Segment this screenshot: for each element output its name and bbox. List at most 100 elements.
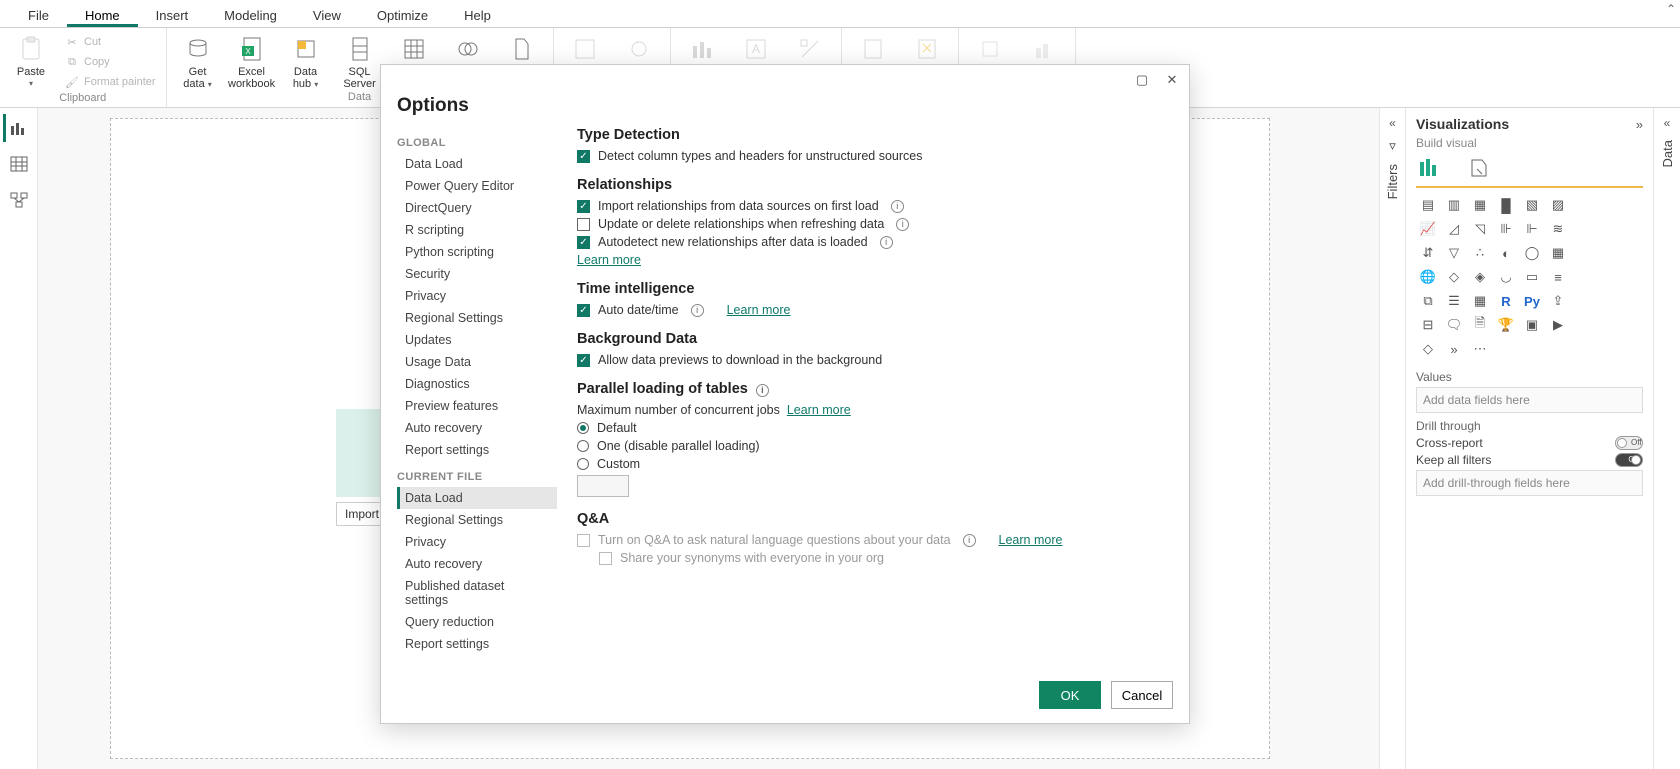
decomposition-tree-icon[interactable]: ⊟ [1416, 314, 1440, 336]
radio-parallel-one[interactable]: One (disable parallel loading) [577, 439, 1167, 453]
treemap-icon[interactable]: ▦ [1546, 242, 1570, 264]
nav-current-data-load[interactable]: Data Load [397, 487, 557, 509]
diamond-icon[interactable]: ◇ [1416, 338, 1440, 360]
maximize-icon[interactable]: ▢ [1133, 71, 1151, 89]
data-view-button[interactable] [5, 150, 33, 178]
nav-global-diagnostics[interactable]: Diagnostics [397, 373, 557, 395]
chk-detect-column-types[interactable]: ✓Detect column types and headers for uns… [577, 149, 1167, 163]
ribbon-chart-icon[interactable]: ≋ [1546, 218, 1570, 240]
menu-view[interactable]: View [295, 2, 359, 27]
close-icon[interactable]: ✕ [1163, 71, 1181, 89]
map-icon[interactable]: 🌐 [1416, 266, 1440, 288]
drillthrough-dropzone[interactable]: Add drill-through fields here [1416, 470, 1643, 496]
nav-global-preview-features[interactable]: Preview features [397, 395, 557, 417]
filled-map-icon[interactable]: ◇ [1442, 266, 1466, 288]
area-chart-icon[interactable]: ◿ [1442, 218, 1466, 240]
radio-parallel-default[interactable]: Default [577, 421, 1167, 435]
link-learn-more-relationships[interactable]: Learn more [577, 253, 641, 267]
nav-global-security[interactable]: Security [397, 263, 557, 285]
info-icon[interactable]: i [880, 236, 893, 249]
line-stacked-column-icon[interactable]: ⊪ [1494, 218, 1518, 240]
nav-global-privacy[interactable]: Privacy [397, 285, 557, 307]
card-icon[interactable]: ▭ [1520, 266, 1544, 288]
info-icon[interactable]: i [691, 304, 704, 317]
gauge-icon[interactable]: ◡ [1494, 266, 1518, 288]
chk-update-relationships[interactable]: Update or delete relationships when refr… [577, 217, 1167, 231]
data-hub-button[interactable]: Datahub ▾ [281, 32, 331, 91]
chk-allow-previews-background[interactable]: ✓Allow data previews to download in the … [577, 353, 1167, 367]
nav-global-power-query[interactable]: Power Query Editor [397, 175, 557, 197]
ribbon-collapse-icon[interactable]: ⌃ [1666, 2, 1676, 16]
r-visual-icon[interactable]: R [1494, 290, 1518, 312]
table-icon[interactable]: ▦ [1468, 290, 1492, 312]
menu-insert[interactable]: Insert [138, 2, 207, 27]
menu-modeling[interactable]: Modeling [206, 2, 295, 27]
expand-right-icon[interactable]: » [1636, 117, 1643, 132]
sql-server-button[interactable]: SQLServer [335, 32, 385, 90]
info-icon[interactable]: i [756, 384, 769, 397]
values-dropzone[interactable]: Add data fields here [1416, 387, 1643, 413]
info-icon[interactable]: i [891, 200, 904, 213]
slicer-icon[interactable]: ☰ [1442, 290, 1466, 312]
waterfall-icon[interactable]: ⇵ [1416, 242, 1440, 264]
nav-current-privacy[interactable]: Privacy [397, 531, 557, 553]
stacked-column100-icon[interactable]: ▨ [1546, 194, 1570, 216]
build-visual-tab[interactable] [1416, 156, 1446, 180]
ok-button[interactable]: OK [1039, 681, 1101, 709]
nav-current-query-reduction[interactable]: Query reduction [397, 611, 557, 633]
cross-report-toggle[interactable]: Off [1615, 436, 1643, 450]
multi-row-card-icon[interactable]: ≡ [1546, 266, 1570, 288]
expand-left-icon[interactable]: « [1664, 116, 1671, 130]
excel-workbook-button[interactable]: X Excelworkbook [227, 32, 277, 90]
link-learn-more-parallel[interactable]: Learn more [787, 403, 851, 417]
nav-current-published-dataset[interactable]: Published dataset settings [397, 575, 557, 611]
chk-autodetect-relationships[interactable]: ✓Autodetect new relationships after data… [577, 235, 1167, 249]
cancel-button[interactable]: Cancel [1111, 681, 1173, 709]
report-view-button[interactable] [3, 114, 31, 142]
key-influencers-icon[interactable]: ⇪ [1546, 290, 1570, 312]
data-collapsed-pane[interactable]: « Data [1654, 108, 1680, 769]
keep-all-filters-toggle[interactable]: On [1615, 453, 1643, 467]
model-view-button[interactable] [5, 186, 33, 214]
menu-home[interactable]: Home [67, 2, 138, 27]
pie-icon[interactable]: ◐ [1494, 242, 1518, 264]
smart-narrative-icon[interactable]: 🗎 [1468, 314, 1492, 336]
filters-collapsed-pane[interactable]: « ▿ Filters [1380, 108, 1406, 769]
get-data-button[interactable]: Getdata ▾ [173, 32, 223, 91]
arrow-icon[interactable]: » [1442, 338, 1466, 360]
clustered-bar-icon[interactable]: ▦ [1468, 194, 1492, 216]
nav-global-directquery[interactable]: DirectQuery [397, 197, 557, 219]
power-apps-icon[interactable]: ▣ [1520, 314, 1544, 336]
chk-import-relationships[interactable]: ✓Import relationships from data sources … [577, 199, 1167, 213]
python-visual-icon[interactable]: Py [1520, 290, 1544, 312]
nav-global-usage-data[interactable]: Usage Data [397, 351, 557, 373]
custom-jobs-input[interactable] [577, 475, 629, 497]
stacked-area-icon[interactable]: ◹ [1468, 218, 1492, 240]
scatter-icon[interactable]: ∴ [1468, 242, 1492, 264]
funnel-chart-icon[interactable]: ▽ [1442, 242, 1466, 264]
clustered-column-icon[interactable]: █ [1494, 194, 1518, 216]
nav-global-regional[interactable]: Regional Settings [397, 307, 557, 329]
menu-optimize[interactable]: Optimize [359, 2, 446, 27]
stacked-bar-icon[interactable]: ▤ [1416, 194, 1440, 216]
nav-current-auto-recovery[interactable]: Auto recovery [397, 553, 557, 575]
info-icon[interactable]: i [963, 534, 976, 547]
donut-icon[interactable]: ◯ [1520, 242, 1544, 264]
nav-global-report-settings[interactable]: Report settings [397, 439, 557, 461]
menu-help[interactable]: Help [446, 2, 509, 27]
stacked-column-icon[interactable]: ▥ [1442, 194, 1466, 216]
qa-visual-icon[interactable]: 🗨 [1442, 314, 1466, 336]
radio-parallel-custom[interactable]: Custom [577, 457, 1167, 471]
nav-global-data-load[interactable]: Data Load [397, 153, 557, 175]
nav-global-r-scripting[interactable]: R scripting [397, 219, 557, 241]
nav-current-regional[interactable]: Regional Settings [397, 509, 557, 531]
nav-global-auto-recovery[interactable]: Auto recovery [397, 417, 557, 439]
nav-global-updates[interactable]: Updates [397, 329, 557, 351]
azure-map-icon[interactable]: ◈ [1468, 266, 1492, 288]
link-learn-more-time[interactable]: Learn more [727, 303, 791, 317]
nav-global-python-scripting[interactable]: Python scripting [397, 241, 557, 263]
link-learn-more-qa[interactable]: Learn more [999, 533, 1063, 547]
menu-file[interactable]: File [10, 2, 67, 27]
nav-current-report-settings[interactable]: Report settings [397, 633, 557, 655]
info-icon[interactable]: i [896, 218, 909, 231]
